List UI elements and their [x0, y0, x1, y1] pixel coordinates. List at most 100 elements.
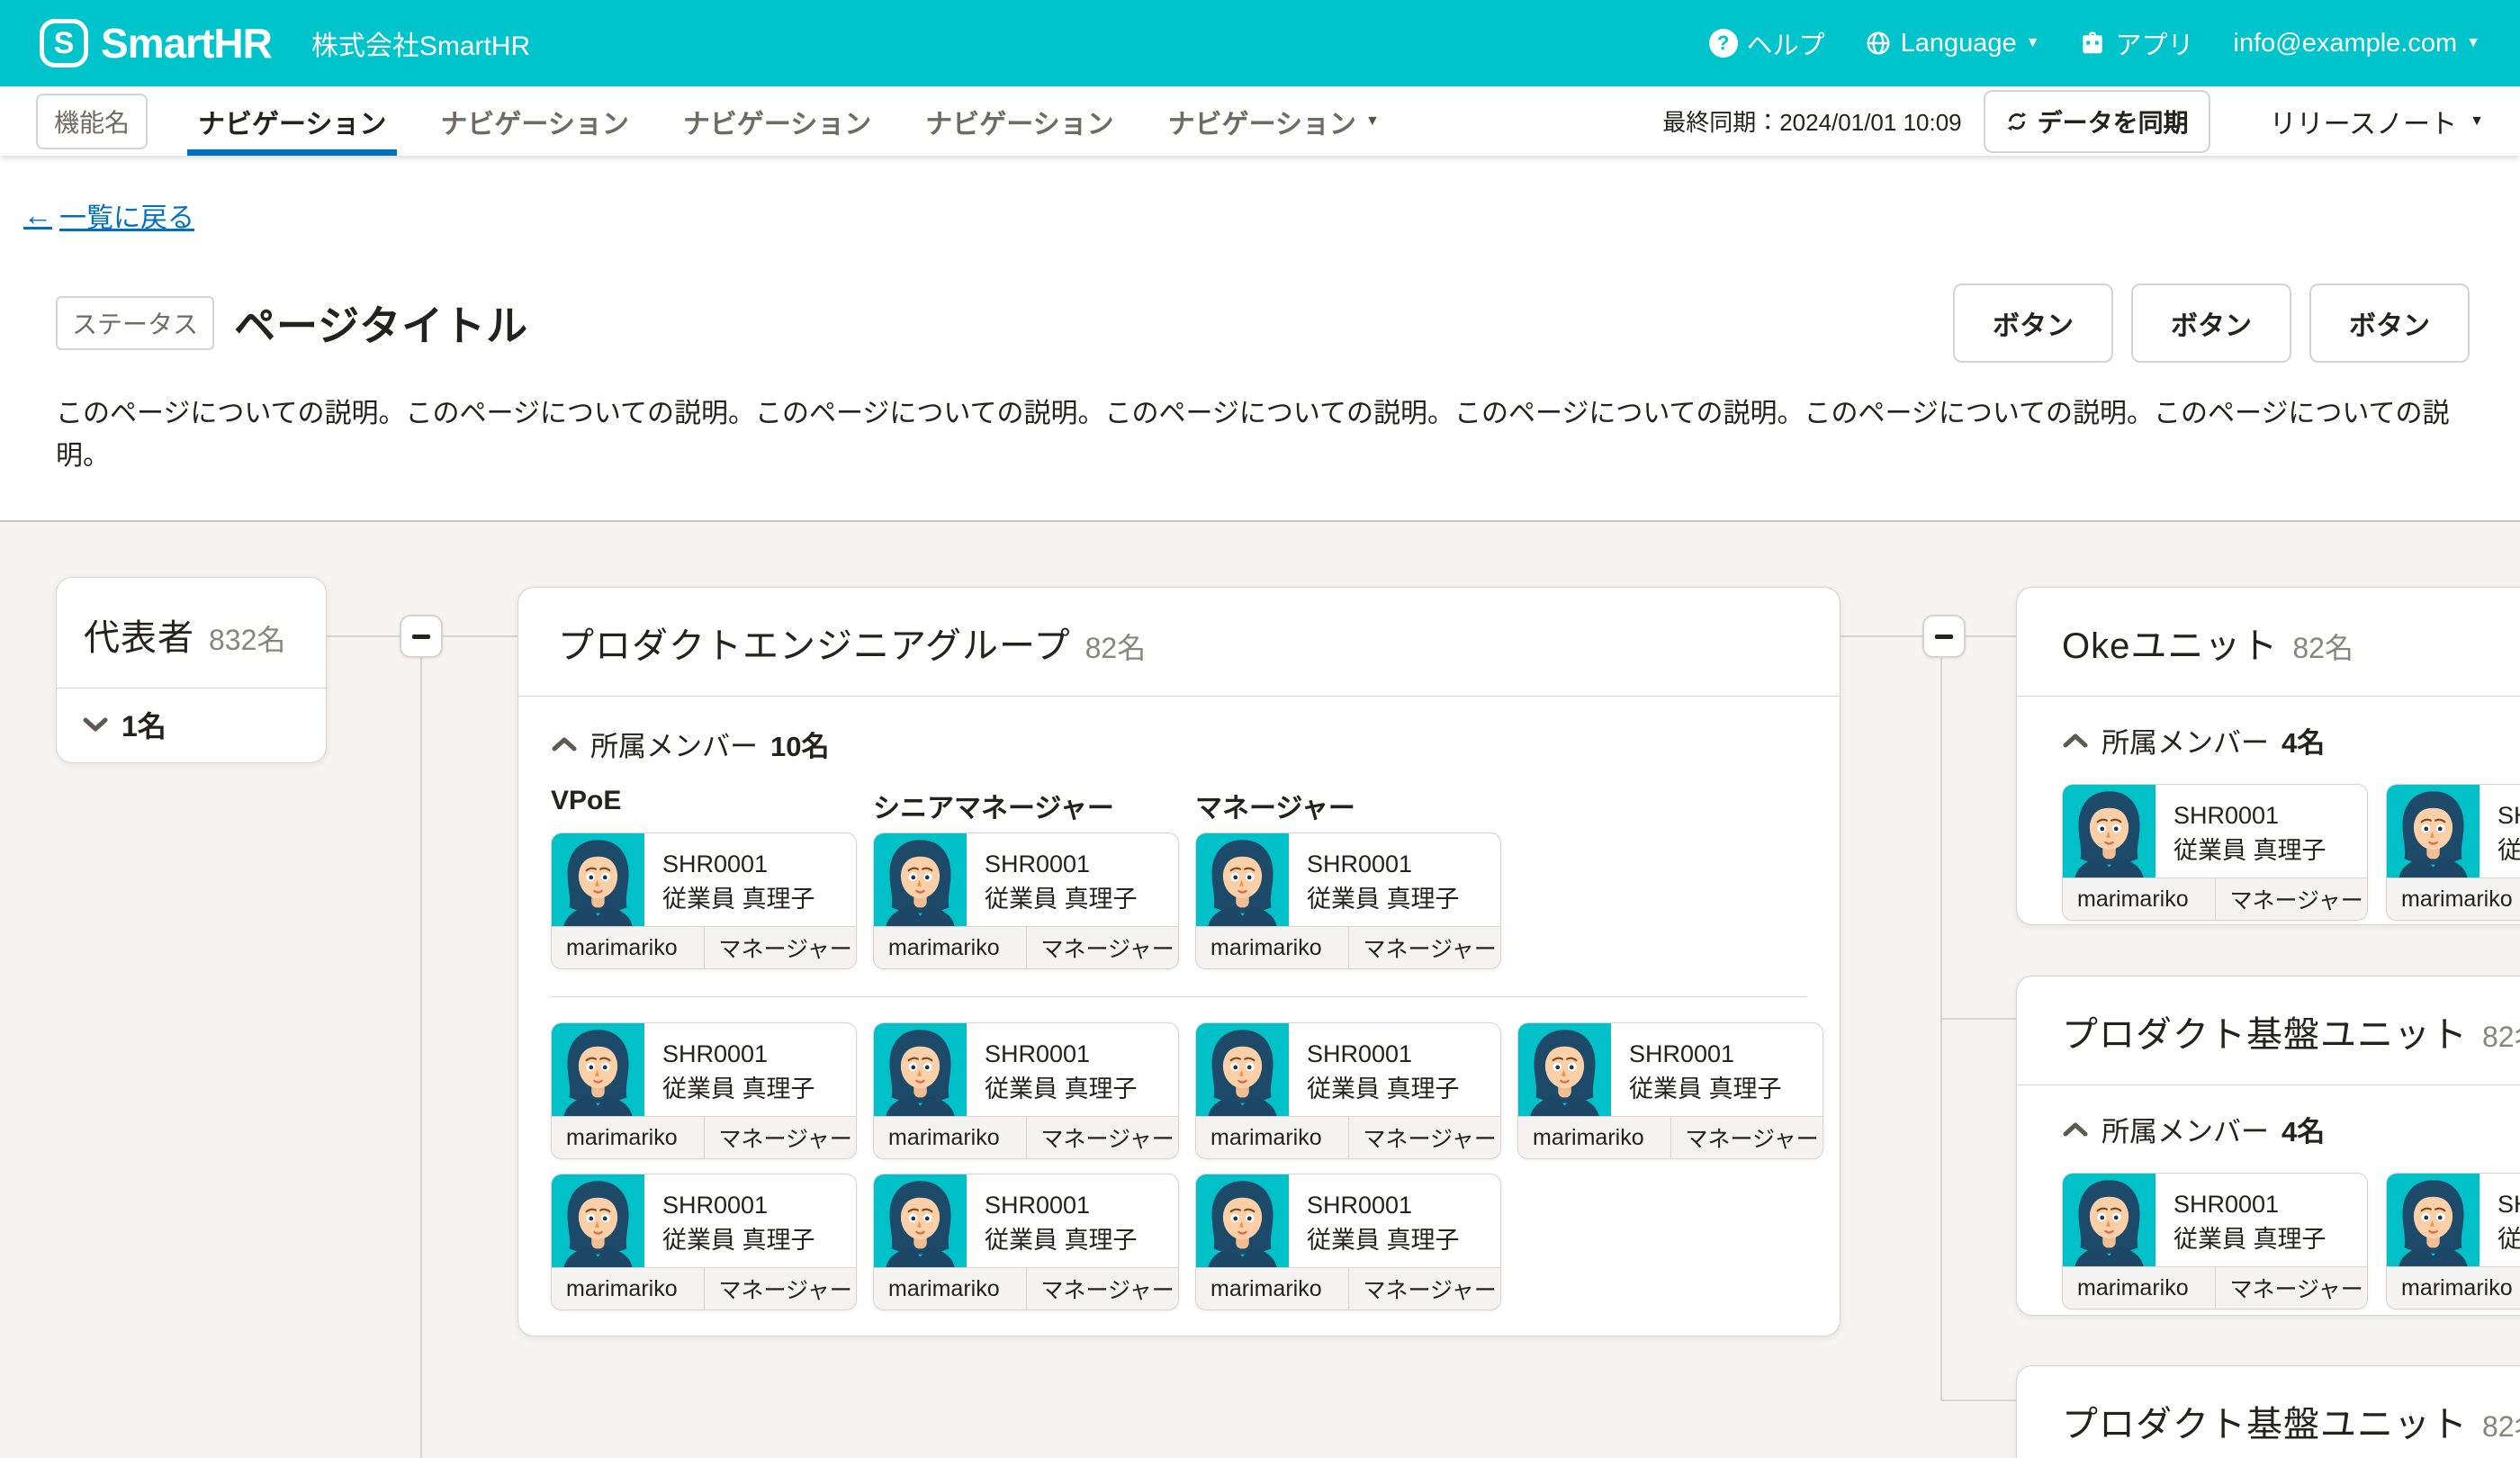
employee-identity: SHR0001 従業員 真理子 [967, 1023, 1138, 1116]
sync-data-button[interactable]: データを同期 [1984, 90, 2210, 153]
org-node-representative[interactable]: 代表者 832名 1名 [56, 577, 327, 763]
node-body: 所属メンバー 4名 SHR0001 従業員 真理子 marimariko マネー… [2017, 697, 2520, 921]
node-header: プロダクト基盤ユニット 82名 [2017, 1366, 2520, 1458]
members-toggle[interactable]: 所属メンバー 10名 [551, 724, 1807, 764]
members-toggle[interactable]: 所属メンバー 4名 [2062, 1109, 2520, 1149]
org-node-product-engineer-group[interactable]: プロダクトエンジニアグループ 82名 所属メンバー 10名 VPoE シニアマネ… [518, 587, 1840, 1336]
release-notes-menu[interactable]: リリースノート ▼ [2234, 102, 2520, 141]
tab-navigation-4[interactable]: ナビゲーション [898, 86, 1140, 156]
employee-card[interactable]: SHR0001 従業員 真理子 marimariko マネージャー [551, 1174, 857, 1310]
smarthr-logo[interactable]: S SmartHR [40, 19, 272, 68]
tab-navigation-1[interactable]: ナビゲーション [171, 86, 413, 156]
collapse-button-right[interactable] [1922, 615, 1966, 658]
employee-username: marimariko [1196, 1268, 1349, 1310]
apps-label: アプリ [2115, 24, 2193, 62]
back-to-list-link[interactable]: ← 一覧に戻る [23, 195, 194, 235]
back-link-label: 一覧に戻る [59, 195, 194, 235]
node-title: プロダクト基盤ユニット [2062, 1395, 2468, 1447]
employee-code: SHR0001 [662, 847, 815, 882]
employee-name: 従業員 真理子 [985, 882, 1138, 917]
employee-card-top: SHR0001 従業員 真理子 [2387, 785, 2520, 878]
employee-card[interactable]: SHR0001 従業員 真理子 marimariko マネージャー [551, 1022, 857, 1159]
employee-card-top: SHR0001 従業員 真理子 [2387, 1174, 2520, 1266]
employee-identity: SHR0001 従業員 真理子 [1289, 833, 1460, 926]
account-menu[interactable]: info@example.com ▼ [2234, 29, 2481, 58]
role-headers: VPoE シニアマネージャー マネージャー [551, 786, 1807, 825]
app-nav: 機能名 ナビゲーション ナビゲーション ナビゲーション ナビゲーション ナビゲー… [0, 86, 2520, 156]
arrow-left-icon: ← [23, 199, 52, 232]
employee-username: marimariko [2387, 878, 2520, 920]
smarthr-wordmark: SmartHR [101, 19, 272, 68]
tab-navigation-3[interactable]: ナビゲーション [656, 86, 898, 156]
employee-card[interactable]: SHR0001 従業員 真理子 marimariko マネージャー [1195, 1022, 1501, 1159]
employee-avatar [2063, 785, 2156, 878]
employee-identity: SHR0001 従業員 真理子 [1611, 1023, 1782, 1116]
employee-meta: marimariko マネージャー [1196, 1267, 1500, 1310]
connector-line [1840, 635, 1922, 637]
employee-identity: SHR0001 従業員 真理子 [2156, 1174, 2326, 1266]
org-node-oke-unit[interactable]: Okeユニット 82名 所属メンバー 4名 SHR0001 従業員 真理子 [2016, 587, 2520, 925]
employee-meta: marimariko マネージャー [874, 1267, 1178, 1310]
employee-avatar [2387, 1174, 2480, 1266]
employee-username: marimariko [1518, 1117, 1671, 1158]
employee-card[interactable]: SHR0001 従業員 真理子 marimariko マネージャー [1517, 1022, 1823, 1159]
org-node-product-platform-unit-2[interactable]: プロダクト基盤ユニット 82名 [2016, 1365, 2520, 1458]
employee-meta: marimariko マネージャー [1196, 1116, 1500, 1158]
employee-card[interactable]: SHR0001 従業員 真理子 marimariko マネージャー [1195, 1174, 1501, 1310]
employee-avatar [1196, 1023, 1289, 1116]
employee-name: 従業員 真理子 [2498, 833, 2520, 868]
org-chart-canvas[interactable]: 代表者 832名 1名 プロダクトエンジニアグループ 82名 所属メンバー 10… [0, 520, 2520, 1458]
employee-card[interactable]: SHR0001 従業員 真理子 marimariko マネージャー [2062, 784, 2368, 921]
collapse-button-left[interactable] [400, 615, 443, 658]
employee-role: マネージャー [705, 927, 857, 968]
employee-card-top: SHR0001 従業員 真理子 [552, 833, 856, 926]
member-card-row: SHR0001 従業員 真理子 marimariko マネージャー SHR000 [551, 832, 1807, 969]
employee-name: 従業員 真理子 [985, 1072, 1138, 1107]
tab-navigation-5[interactable]: ナビゲーション▼ [1141, 86, 1407, 156]
employee-card[interactable]: SHR0001 従業員 真理子 marimariko マネージャー [551, 832, 857, 969]
employee-username: marimariko [874, 1268, 1027, 1310]
employee-card[interactable]: SHR0001 従業員 真理子 marimariko マネージャー [2386, 784, 2520, 921]
help-link[interactable]: ? ヘルプ [1709, 24, 1825, 62]
employee-card[interactable]: SHR0001 従業員 真理子 marimariko マネージャー [873, 1022, 1179, 1159]
employee-card[interactable]: SHR0001 従業員 真理子 marimariko マネージャー [2386, 1173, 2520, 1310]
employee-meta: marimariko マネージャー [552, 1267, 856, 1310]
employee-code: SHR0001 [662, 1188, 815, 1223]
action-button-2[interactable]: ボタン [2131, 284, 2291, 363]
tab-label: ナビゲーション [925, 102, 1113, 141]
employee-card[interactable]: SHR0001 従業員 真理子 marimariko マネージャー [873, 1174, 1179, 1310]
status-badge: ステータス [56, 296, 214, 350]
employee-identity: SHR0001 従業員 真理子 [1289, 1174, 1460, 1267]
chevron-up-icon [2062, 732, 2089, 750]
employee-code: SHR0001 [1307, 1188, 1460, 1223]
members-toggle[interactable]: 所属メンバー 4名 [2062, 720, 2520, 760]
employee-avatar [2387, 785, 2480, 878]
employee-card[interactable]: SHR0001 従業員 真理子 marimariko マネージャー [2062, 1173, 2368, 1310]
employee-card[interactable]: SHR0001 従業員 真理子 marimariko マネージャー [1195, 832, 1501, 969]
node-title: プロダクトエンジニアグループ [558, 616, 1071, 669]
action-button-3[interactable]: ボタン [2309, 284, 2470, 363]
chevron-up-icon [551, 735, 578, 753]
sync-data-label: データを同期 [2038, 104, 2189, 140]
employee-code: SHR0001 [1307, 847, 1460, 882]
org-node-product-platform-unit[interactable]: プロダクト基盤ユニット 82名 所属メンバー 4名 SHR0001 従業員 真理… [2016, 976, 2520, 1316]
employee-meta: marimariko マネージャー [2063, 878, 2367, 920]
employee-identity: SHR0001 従業員 真理子 [644, 833, 815, 926]
chevron-down-icon: ▼ [2026, 36, 2040, 50]
language-menu[interactable]: Language ▼ [1865, 29, 2040, 58]
smarthr-logo-icon: S [40, 19, 88, 68]
employee-username: marimariko [1196, 1117, 1349, 1158]
employee-code: SHR0001 [985, 1188, 1138, 1223]
employee-name: 従業員 真理子 [2174, 833, 2326, 868]
employee-identity: SHR0001 従業員 真理子 [1289, 1023, 1460, 1116]
apps-menu[interactable]: アプリ [2079, 24, 2193, 62]
node-expand-toggle[interactable]: 1名 [57, 688, 326, 762]
nav-right: 最終同期：2024/01/01 10:09 データを同期 リリースノート ▼ [1662, 86, 2520, 156]
employee-code: SHR0001 [2498, 798, 2520, 833]
employee-code: SHR0001 [1307, 1037, 1460, 1072]
employee-role: マネージャー [1671, 1117, 1823, 1158]
employee-identity: SHR0001 従業員 真理子 [2156, 785, 2326, 878]
employee-card[interactable]: SHR0001 従業員 真理子 marimariko マネージャー [873, 832, 1179, 969]
tab-navigation-2[interactable]: ナビゲーション [413, 86, 655, 156]
action-button-1[interactable]: ボタン [1953, 284, 2113, 363]
